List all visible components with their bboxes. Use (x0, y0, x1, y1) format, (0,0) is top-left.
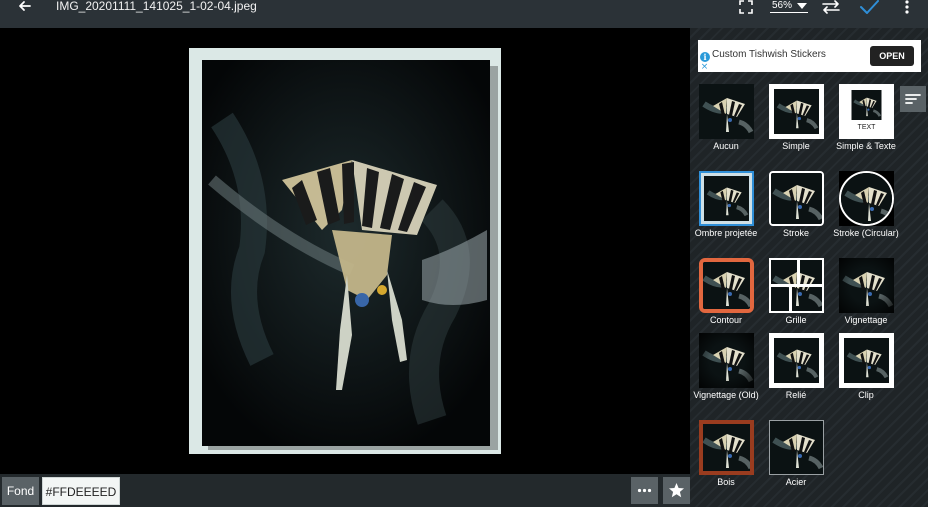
frame-thumbnail (699, 84, 754, 139)
grid-lines (769, 258, 824, 313)
edited-photo[interactable] (202, 60, 490, 446)
frame-option-label: Clip (858, 390, 874, 400)
thumbnail-image (769, 84, 824, 139)
butterfly-photo-image (202, 60, 490, 446)
frame-option-label: Stroke (Circular) (833, 228, 899, 238)
frame-option-none[interactable]: Aucun (691, 84, 761, 168)
frame-option-label: Aucun (713, 141, 739, 151)
top-bar: IMG_20201111_141025_1-02-04.jpeg 56% (0, 0, 928, 28)
thumbnail-image (841, 173, 892, 224)
frame-thumbnail (699, 171, 754, 226)
frame-option-label: Acier (785, 477, 807, 487)
arrow-left-icon (19, 1, 31, 11)
ad-open-button[interactable]: OPEN (870, 46, 914, 66)
frame-thumbnail (769, 84, 824, 139)
circular-stroke (839, 171, 894, 226)
frame-thumbnail (839, 258, 894, 313)
vignette-overlay (699, 333, 754, 388)
frame-thumbnail (699, 333, 754, 388)
frame-option-label: Stroke (782, 228, 809, 238)
zoom-dropdown[interactable]: 56% (770, 0, 808, 14)
ad-banner[interactable]: i × Custom Tishwish Stickers OPEN (698, 40, 921, 72)
back-button[interactable] (14, 0, 36, 16)
frame-option-label: Simple & Texte (836, 141, 896, 151)
frame-option-wood[interactable]: Bois (691, 420, 761, 504)
frame-thumbnail (699, 420, 754, 475)
frame-option-label: Grille (785, 315, 807, 325)
frame-thumbnail (769, 333, 824, 388)
frame-option-steel[interactable]: Acier (761, 420, 831, 504)
thumbnail-image (771, 173, 822, 224)
sort-lines-icon (905, 94, 921, 104)
info-icon[interactable]: i (700, 52, 710, 62)
frame-option-vignette-old[interactable]: Vignettage (Old) (691, 333, 761, 417)
more-options-button[interactable] (900, 0, 914, 16)
frame-option-label: Relié (785, 390, 807, 400)
frame-thumbnail (839, 171, 894, 226)
frame-option-simple[interactable]: Simple (761, 84, 831, 168)
zoom-value: 56% (772, 0, 793, 11)
compare-button[interactable] (820, 0, 842, 14)
frame-thumbnail (699, 258, 754, 313)
fit-screen-button[interactable] (738, 0, 754, 14)
ad-text: Custom Tishwish Stickers (712, 49, 826, 60)
thumbnail-image (839, 333, 894, 388)
frame-option-stroke[interactable]: Stroke (761, 171, 831, 255)
thumbnail-image (703, 424, 750, 471)
star-icon (669, 483, 684, 498)
frame-option-contour[interactable]: Contour (691, 258, 761, 342)
sort-button[interactable] (900, 86, 926, 112)
fullscreen-icon (739, 0, 753, 14)
thumbnail-image (770, 421, 823, 474)
frame-option-label: Bois (717, 477, 735, 487)
bottom-toolbar: Fond #FFDEEEED (0, 474, 690, 507)
frame-thumbnail (769, 420, 824, 475)
checkmark-icon (860, 0, 879, 14)
frame-option-label: Vignettage (844, 315, 888, 325)
frame-option-shadow[interactable]: Ombre projetée (691, 171, 761, 255)
background-button[interactable]: Fond (2, 477, 39, 505)
thumbnail-image (703, 262, 750, 309)
frame-thumbnail (769, 171, 824, 226)
frame-option-label: Simple (782, 141, 810, 151)
more-vertical-icon (905, 0, 909, 14)
frame-option-simple-text[interactable]: TEXT Simple & Texte (831, 84, 901, 168)
close-icon[interactable]: × (700, 63, 709, 72)
frame-option-grid[interactable]: Grille (761, 258, 831, 342)
more-horizontal-icon (637, 488, 652, 493)
thumbnail-image (701, 173, 752, 224)
confirm-button[interactable] (858, 0, 880, 16)
caret-down-icon (797, 3, 807, 9)
frame-thumbnail (839, 333, 894, 388)
frame-thumbnail: TEXT (839, 84, 894, 139)
background-color-field[interactable]: #FFDEEEED (42, 477, 120, 505)
frame-option-vignette[interactable]: Vignettage (831, 258, 901, 342)
frame-thumbnail (769, 258, 824, 313)
swap-arrows-icon (822, 0, 840, 14)
frame-option-label: Ombre projetée (694, 228, 758, 238)
vignette-overlay (839, 258, 894, 313)
thumbnail-image (769, 333, 824, 388)
frame-option-clip[interactable]: Clip (831, 333, 901, 417)
thumbnail-image (699, 84, 754, 139)
file-title: IMG_20201111_141025_1-02-04.jpeg (56, 0, 257, 13)
frame-option-label: Vignettage (Old) (693, 390, 759, 400)
thumbnail-image (839, 84, 894, 139)
frame-option-bound[interactable]: Relié (761, 333, 831, 417)
frame-option-circle[interactable]: Stroke (Circular) (831, 171, 901, 255)
frame-option-label: Contour (709, 315, 743, 325)
more-horizontal-button[interactable] (631, 477, 658, 504)
zoom-underline (770, 12, 808, 13)
favorite-button[interactable] (663, 477, 690, 504)
